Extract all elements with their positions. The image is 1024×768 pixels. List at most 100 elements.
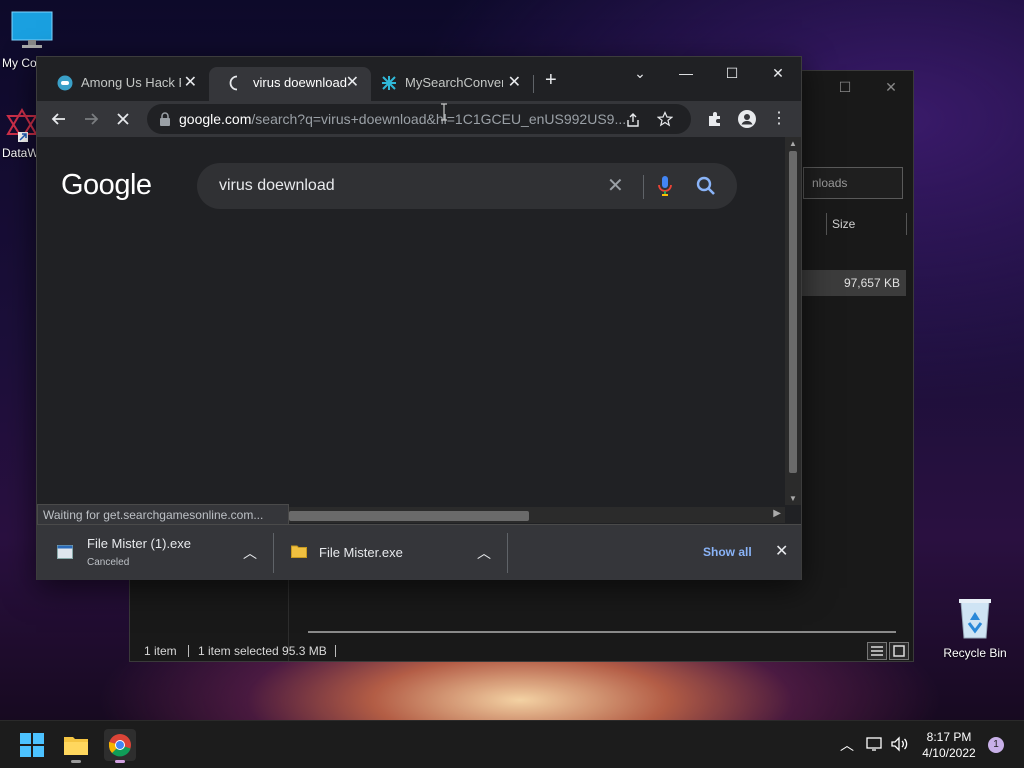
running-indicator bbox=[71, 760, 81, 763]
tiles-view-icon bbox=[893, 645, 905, 657]
tab-among-us[interactable]: Among Us Hack Pl ✕ bbox=[37, 67, 209, 101]
status-divider bbox=[188, 645, 189, 657]
tab-strip: Among Us Hack Pl ✕ virus doewnload - ✕ M… bbox=[37, 57, 801, 101]
show-all-downloads-link[interactable]: Show all bbox=[703, 545, 752, 559]
network-icon[interactable] bbox=[866, 736, 884, 752]
scroll-down-arrow-icon[interactable]: ▼ bbox=[789, 494, 797, 503]
clear-search-icon[interactable]: ✕ bbox=[607, 163, 624, 209]
tab-close-icon[interactable]: ✕ bbox=[184, 67, 197, 99]
text-cursor-icon bbox=[441, 103, 447, 121]
download-status: Canceled bbox=[87, 557, 130, 568]
recycle-bin-icon bbox=[959, 599, 991, 639]
monitor-icon bbox=[11, 11, 53, 48]
back-arrow-icon[interactable] bbox=[47, 107, 71, 131]
minimize-icon[interactable]: — bbox=[663, 59, 709, 87]
google-search-box[interactable]: virus doewnload ✕ bbox=[197, 163, 737, 209]
search-query[interactable]: virus doewnload bbox=[219, 177, 335, 194]
file-row-size[interactable]: 97,657 KB bbox=[802, 270, 906, 296]
download-item[interactable]: File Mister (1).exe Canceled ︿ bbox=[37, 525, 273, 581]
explorer-status-bar: 1 item 1 item selected 95.3 MB bbox=[130, 639, 913, 663]
taskbar-file-explorer[interactable] bbox=[60, 729, 92, 763]
search-input[interactable]: nloads bbox=[803, 167, 903, 199]
tab-separator bbox=[533, 75, 534, 93]
horizontal-scrollbar[interactable] bbox=[308, 631, 896, 633]
tab-close-icon[interactable]: ✕ bbox=[346, 67, 359, 99]
download-item[interactable]: File Mister.exe ︿ bbox=[273, 525, 507, 581]
address-bar[interactable]: google.com/search?q=virus+doewnload&hl=1… bbox=[147, 104, 691, 134]
volume-icon[interactable] bbox=[890, 736, 910, 752]
column-header-label: Size bbox=[832, 217, 856, 231]
system-clock[interactable]: 8:17 PM 4/10/2022 bbox=[914, 729, 984, 761]
menu-kebab-icon[interactable]: ⋮ bbox=[767, 107, 791, 131]
scroll-up-arrow-icon[interactable]: ▲ bbox=[789, 139, 797, 148]
download-separator bbox=[507, 533, 508, 573]
tab-title: MySearchConverte bbox=[405, 75, 503, 90]
chrome-icon bbox=[108, 734, 131, 757]
close-icon[interactable]: ✕ bbox=[868, 75, 914, 99]
scrollbar-thumb[interactable] bbox=[789, 151, 797, 473]
page-content: Google virus doewnload ✕ bbox=[37, 137, 785, 507]
taskbar-chrome[interactable] bbox=[104, 729, 136, 763]
chevron-up-icon[interactable]: ︿ bbox=[477, 543, 491, 563]
maximize-icon[interactable]: ☐ bbox=[822, 75, 868, 99]
start-button[interactable] bbox=[16, 729, 48, 761]
status-divider bbox=[335, 645, 336, 657]
tab-title: virus doewnload - bbox=[253, 75, 349, 90]
search-magnifier-icon[interactable] bbox=[695, 175, 717, 197]
url-host: google.com bbox=[179, 111, 252, 127]
close-window-icon[interactable]: ✕ bbox=[755, 59, 801, 87]
details-view-button[interactable] bbox=[867, 642, 887, 660]
notification-badge[interactable]: 1 bbox=[988, 737, 1004, 753]
status-selection: 1 item selected 95.3 MB bbox=[198, 644, 327, 658]
vertical-scrollbar[interactable]: ▲ ▼ bbox=[785, 137, 801, 505]
extensions-puzzle-icon[interactable] bbox=[703, 107, 727, 131]
chrome-window[interactable]: Among Us Hack Pl ✕ virus doewnload - ✕ M… bbox=[36, 56, 802, 580]
lock-icon[interactable] bbox=[159, 112, 171, 126]
converter-favicon-icon bbox=[382, 76, 396, 90]
status-item-count: 1 item bbox=[144, 644, 177, 658]
tab-mysearchconverter[interactable]: MySearchConverte ✕ bbox=[361, 67, 533, 101]
clock-time: 8:17 PM bbox=[926, 730, 972, 744]
download-filename: File Mister.exe bbox=[319, 545, 403, 560]
profile-avatar-icon[interactable] bbox=[735, 107, 759, 131]
app-shortcut-icon bbox=[6, 108, 38, 142]
loading-status-bubble: Waiting for get.searchgamesonline.com... bbox=[37, 504, 289, 526]
folder-file-icon bbox=[291, 545, 307, 558]
maximize-icon[interactable]: ☐ bbox=[709, 59, 755, 87]
tab-title: Among Us Hack Pl bbox=[81, 75, 181, 90]
chevron-up-icon[interactable]: ︿ bbox=[243, 543, 257, 563]
game-favicon-icon bbox=[57, 75, 73, 91]
browser-toolbar: google.com/search?q=virus+doewnload&hl=1… bbox=[37, 101, 801, 137]
download-filename: File Mister (1).exe bbox=[87, 536, 192, 551]
google-logo[interactable]: Google bbox=[61, 169, 152, 202]
bookmark-star-icon[interactable] bbox=[657, 111, 673, 127]
loading-spinner-icon bbox=[229, 75, 238, 91]
desktop-icon-label: Recycle Bin bbox=[943, 646, 1007, 660]
scrollbar-thumb[interactable] bbox=[289, 511, 529, 521]
taskbar: ︿ 8:17 PM 4/10/2022 1 bbox=[0, 720, 1024, 768]
tab-close-icon[interactable]: ✕ bbox=[508, 67, 521, 99]
running-indicator bbox=[115, 760, 125, 763]
horizontal-scrollbar[interactable]: ▶ bbox=[289, 507, 785, 523]
tab-search-chevron-icon[interactable]: ⌄ bbox=[617, 59, 663, 87]
new-tab-button[interactable]: + bbox=[545, 69, 557, 92]
download-shelf: File Mister (1).exe Canceled ︿ File Mist… bbox=[37, 524, 801, 580]
tiles-view-button[interactable] bbox=[889, 642, 909, 660]
forward-arrow-icon[interactable] bbox=[79, 107, 103, 131]
column-divider bbox=[826, 213, 827, 235]
column-header-size[interactable]: Size bbox=[802, 201, 914, 246]
url-path: /search?q=virus+doewnload&hl=1C1GCEU_enU… bbox=[251, 111, 627, 127]
stop-loading-icon[interactable] bbox=[111, 107, 135, 131]
clock-date: 4/10/2022 bbox=[922, 746, 976, 760]
scroll-right-arrow-icon[interactable]: ▶ bbox=[773, 508, 781, 519]
share-icon[interactable] bbox=[625, 112, 641, 128]
folder-icon bbox=[64, 737, 88, 755]
list-view-icon bbox=[871, 646, 883, 656]
desktop-icon-recycle-bin[interactable]: Recycle Bin bbox=[940, 596, 1010, 660]
show-hidden-icons-chevron-icon[interactable]: ︿ bbox=[840, 721, 854, 768]
close-download-shelf-icon[interactable]: ✕ bbox=[775, 541, 788, 561]
tab-virus-doewnload[interactable]: virus doewnload - ✕ bbox=[209, 67, 371, 101]
windows-start-icon bbox=[20, 733, 44, 757]
microphone-icon[interactable] bbox=[657, 175, 673, 197]
column-divider bbox=[906, 213, 907, 235]
